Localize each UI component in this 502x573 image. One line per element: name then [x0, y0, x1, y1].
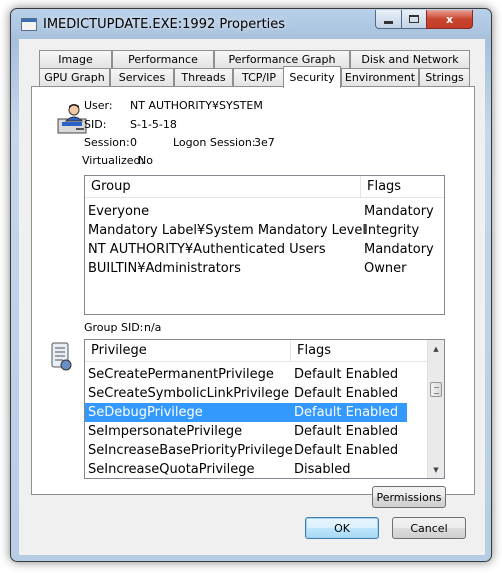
privileges-scroll-icon	[51, 342, 72, 371]
logon-session-label: Logon Session:	[173, 136, 256, 149]
title-bar[interactable]: IMEDICTUPDATE.EXE:1992 Properties x	[11, 9, 491, 39]
group-name: Everyone	[88, 204, 150, 219]
privilege-flags: Default Enabled	[294, 443, 399, 458]
user-value: NT AUTHORITY¥SYSTEM	[130, 99, 263, 112]
group-flags: Mandatory	[364, 204, 434, 219]
group-row[interactable]: BUILTIN¥Administrators Owner	[85, 259, 444, 278]
privilege-flags: Disabled	[294, 462, 351, 477]
privilege-row[interactable]: SeCreatePermanentPrivilege Default Enabl…	[85, 365, 407, 384]
close-icon: x	[445, 12, 454, 26]
privilege-name: SeImpersonatePrivilege	[88, 424, 243, 439]
security-tab-panel: User: NT AUTHORITY¥SYSTEM SID: S-1-5-18 …	[31, 86, 475, 508]
virtualized-value: No	[138, 154, 153, 167]
session-value: 0	[130, 136, 137, 149]
group-sid-label: Group SID:	[84, 321, 144, 334]
tab-strings[interactable]: Strings	[419, 68, 470, 86]
tab-disk-and-network[interactable]: Disk and Network	[350, 50, 470, 68]
privilege-flags: Default Enabled	[294, 367, 399, 382]
minimize-icon	[384, 20, 393, 24]
tab-image[interactable]: Image	[39, 50, 112, 68]
maximize-button[interactable]	[401, 10, 427, 29]
tab-tcp-ip[interactable]: TCP/IP	[233, 68, 285, 86]
window-title: IMEDICTUPDATE.EXE:1992 Properties	[43, 17, 286, 32]
group-flags: Owner	[364, 261, 407, 276]
properties-window: IMEDICTUPDATE.EXE:1992 Properties x Imag…	[10, 8, 492, 562]
privilege-name: SeCreateSymbolicLinkPrivilege	[88, 386, 289, 401]
sid-label: SID:	[84, 118, 107, 131]
tab-gpu-graph[interactable]: GPU Graph	[39, 68, 110, 86]
cancel-button[interactable]: Cancel	[392, 517, 466, 539]
minimize-button[interactable]	[375, 10, 402, 29]
dialog-client-area: Image Performance Performance Graph Disk…	[19, 39, 485, 555]
privilege-row[interactable]: SeIncreaseBasePriorityPrivilege Default …	[85, 441, 407, 460]
group-name: BUILTIN¥Administrators	[88, 261, 241, 276]
privilege-flags: Default Enabled	[294, 405, 399, 420]
user-label: User:	[84, 99, 113, 112]
group-sid-value: n/a	[144, 321, 162, 334]
close-button[interactable]: x	[426, 10, 473, 29]
privilege-row[interactable]: SeImpersonatePrivilege Default Enabled	[85, 422, 407, 441]
app-window-icon	[21, 18, 37, 31]
privilege-name: SeIncreaseQuotaPrivilege	[88, 462, 255, 477]
group-row[interactable]: Mandatory Label¥System Mandatory Level I…	[85, 221, 444, 240]
privilege-list-scrollbar[interactable]: ▲ ▼	[427, 340, 444, 478]
privilege-name: SeCreatePermanentPrivilege	[88, 367, 274, 382]
group-name: NT AUTHORITY¥Authenticated Users	[88, 242, 326, 257]
ok-button[interactable]: OK	[305, 517, 379, 539]
privilege-column-header[interactable]: Privilege	[85, 340, 291, 362]
privilege-flags-column-header[interactable]: Flags	[291, 340, 428, 362]
group-list[interactable]: Group Flags Everyone Mandatory Mandatory…	[84, 175, 445, 315]
group-row[interactable]: NT AUTHORITY¥Authenticated Users Mandato…	[85, 240, 444, 259]
group-flags: Mandatory	[364, 242, 434, 257]
logon-session-value: 3e7	[254, 136, 275, 149]
tab-services[interactable]: Services	[110, 68, 174, 86]
group-row[interactable]: Everyone Mandatory	[85, 202, 444, 221]
group-flags: Integrity	[364, 223, 420, 238]
scroll-down-arrow-icon[interactable]: ▼	[428, 461, 444, 478]
privilege-row-selected[interactable]: SeDebugPrivilege Default Enabled	[85, 403, 407, 422]
sid-value: S-1-5-18	[130, 118, 177, 131]
tab-environment[interactable]: Environment	[341, 68, 419, 86]
privilege-row[interactable]: SeIncreaseQuotaPrivilege Disabled	[85, 460, 407, 478]
permissions-button[interactable]: Permissions	[372, 486, 446, 508]
privilege-flags: Default Enabled	[294, 386, 399, 401]
session-label: Session:	[84, 136, 130, 149]
tab-security[interactable]: Security	[283, 66, 341, 88]
group-list-header: Group Flags	[85, 176, 444, 198]
virtualized-label: Virtualized:	[82, 154, 145, 167]
scroll-up-arrow-icon[interactable]: ▲	[428, 340, 444, 357]
group-flags-column-header[interactable]: Flags	[361, 176, 444, 198]
scrollbar-thumb[interactable]	[430, 382, 442, 397]
tab-threads[interactable]: Threads	[174, 68, 233, 86]
privilege-name: SeIncreaseBasePriorityPrivilege	[88, 443, 293, 458]
privilege-flags: Default Enabled	[294, 424, 399, 439]
privilege-list[interactable]: Privilege Flags SeCreatePermanentPrivile…	[84, 339, 445, 479]
privilege-row[interactable]: SeCreateSymbolicLinkPrivilege Default En…	[85, 384, 407, 403]
privilege-list-header: Privilege Flags	[85, 340, 428, 362]
group-name: Mandatory Label¥System Mandatory Level	[88, 223, 366, 238]
tab-performance[interactable]: Performance	[112, 50, 214, 68]
privilege-name: SeDebugPrivilege	[88, 405, 203, 420]
maximize-icon	[409, 15, 419, 23]
group-column-header[interactable]: Group	[85, 176, 361, 198]
